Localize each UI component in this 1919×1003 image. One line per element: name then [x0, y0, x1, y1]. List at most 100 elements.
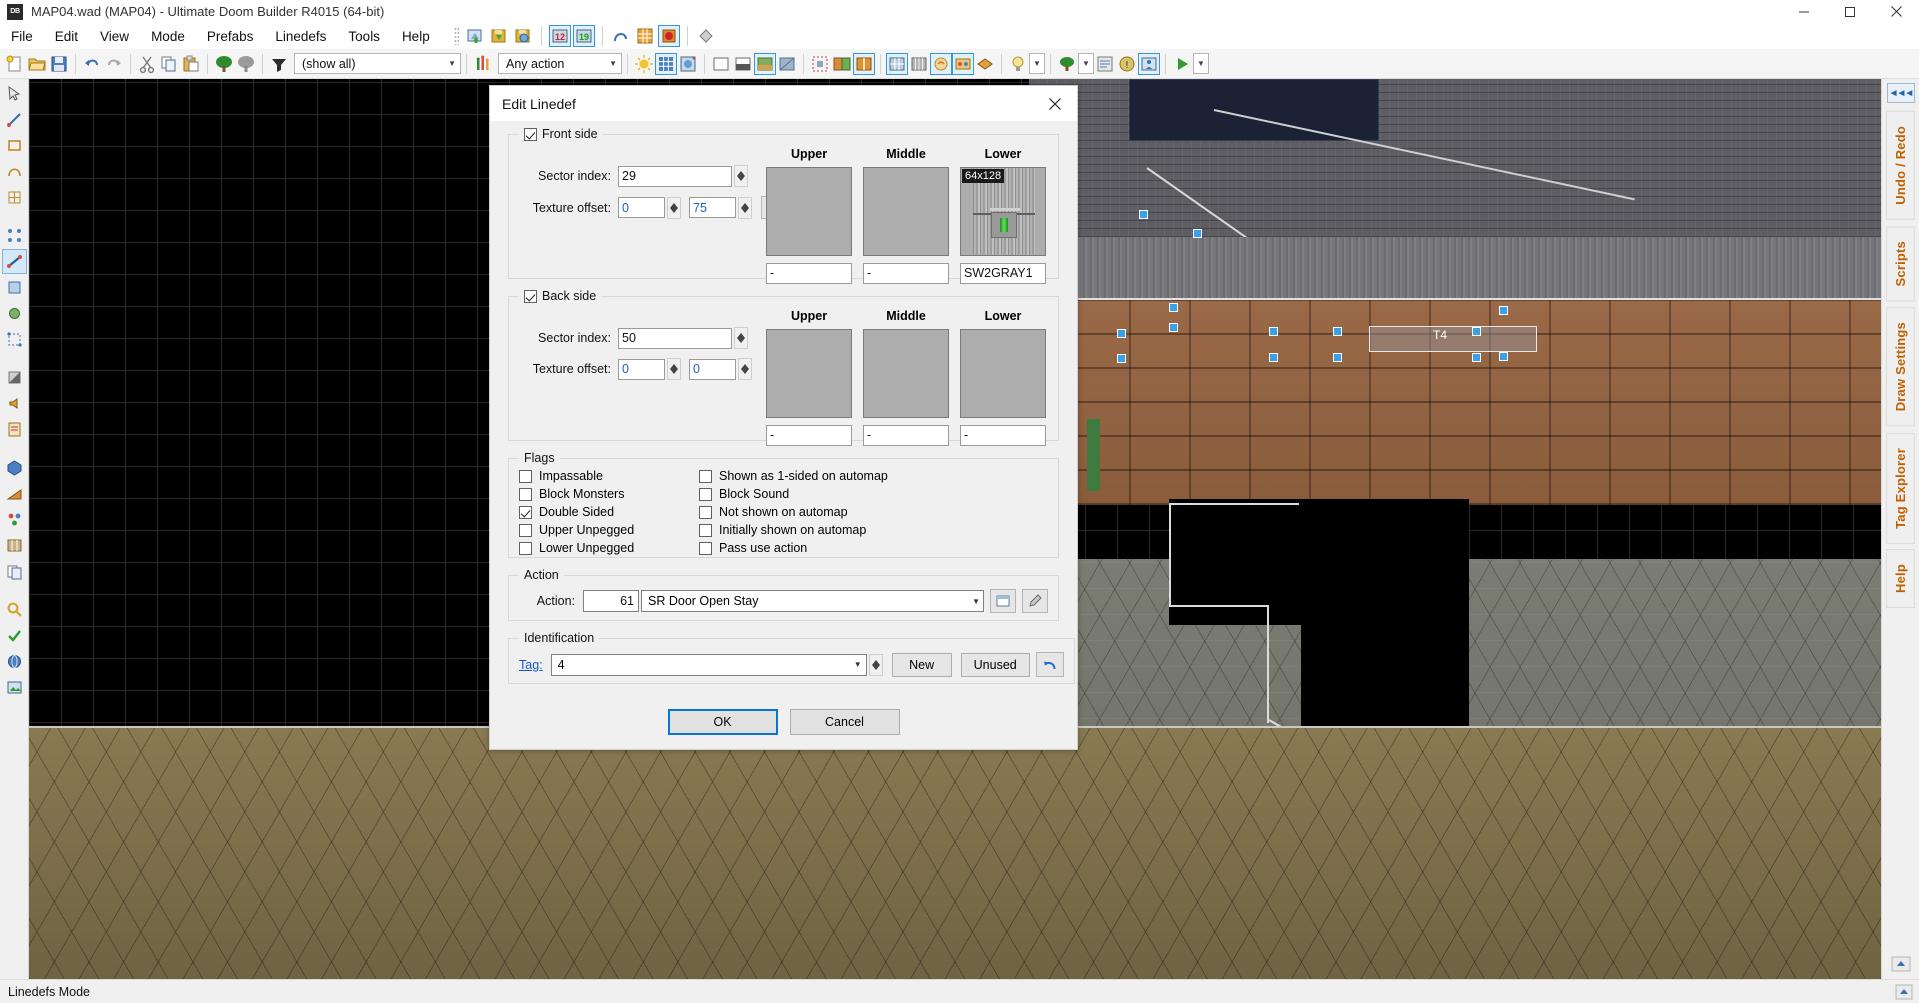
run-dropdown[interactable]: ▼ — [1193, 53, 1209, 74]
tool-sound-icon[interactable] — [2, 391, 27, 416]
linedef-tag-icon[interactable] — [695, 25, 717, 47]
light-bulb-icon[interactable] — [1007, 53, 1029, 75]
merge-sectors-icon[interactable] — [853, 52, 875, 75]
back-offset-y-spinner[interactable] — [738, 358, 752, 380]
filter-funnel-icon[interactable] — [268, 53, 290, 75]
curve-linedefs-icon[interactable] — [610, 25, 632, 47]
save-map-settings-icon[interactable] — [512, 25, 534, 47]
dock-tab-draw-settings[interactable]: Draw Settings — [1886, 307, 1915, 427]
view-floor-textures-icon[interactable] — [754, 52, 776, 75]
statistics-icon[interactable] — [1138, 52, 1160, 75]
menu-prefabs[interactable]: Prefabs — [196, 25, 265, 48]
view-ceiling-textures-icon[interactable] — [776, 53, 798, 75]
tag-spinner[interactable] — [868, 653, 883, 676]
tool-sectors-icon[interactable] — [2, 275, 27, 300]
action-number-input[interactable] — [583, 590, 639, 612]
script-editor-icon[interactable] — [1094, 53, 1116, 75]
filter-combo[interactable]: (show all) ▼ — [294, 53, 461, 74]
light-options-dropdown[interactable]: ▼ — [1029, 53, 1045, 74]
sector-sound-icon[interactable] — [930, 52, 952, 75]
map-vertex-handle[interactable] — [1139, 210, 1148, 219]
thing-dropdown[interactable]: ▼ — [1078, 53, 1094, 74]
cancel-button[interactable]: Cancel — [789, 709, 900, 735]
tool-copy-props-icon[interactable] — [2, 559, 27, 584]
flag-double-sided[interactable]: Double Sided — [519, 505, 699, 519]
flag-block-sound[interactable]: Block Sound — [699, 487, 1048, 501]
thing-add-icon[interactable] — [1056, 53, 1078, 75]
flag-double-sided-checkbox[interactable] — [519, 505, 532, 519]
map-vertex-handle[interactable] — [1193, 229, 1202, 238]
flag-impassable-checkbox[interactable] — [519, 469, 532, 483]
menu-mode[interactable]: Mode — [140, 25, 196, 48]
flag-lower-unpegged-checkbox[interactable] — [519, 541, 532, 555]
back-side-checkbox[interactable] — [524, 290, 537, 303]
run-test-icon[interactable] — [1171, 53, 1193, 75]
menu-tools[interactable]: Tools — [337, 25, 391, 48]
front-offset-x-input[interactable] — [618, 197, 665, 218]
dock-tab-scripts[interactable]: Scripts — [1886, 225, 1915, 302]
test-map-icon[interactable] — [657, 25, 680, 47]
front-upper-preview[interactable] — [766, 167, 852, 256]
front-offset-y-input[interactable] — [689, 197, 736, 218]
map-vertex-handle[interactable] — [1269, 353, 1278, 362]
map-vertex-handle[interactable] — [1333, 327, 1342, 336]
ok-button[interactable]: OK — [667, 709, 778, 735]
back-middle-texture-name[interactable]: - — [863, 425, 949, 446]
tag-combo[interactable]: 4 ▼ — [550, 653, 867, 676]
menu-help[interactable]: Help — [391, 25, 441, 48]
map-vertex-handle[interactable] — [1117, 329, 1126, 338]
tag-reset-button[interactable] — [1035, 652, 1064, 677]
dialog-close-button[interactable] — [1033, 86, 1077, 121]
map-vertex-handle[interactable] — [1169, 323, 1178, 332]
view-wireframe-icon[interactable] — [710, 53, 732, 75]
back-upper-preview[interactable] — [766, 329, 852, 418]
flag-impassable[interactable]: Impassable — [519, 469, 699, 483]
save-map-icon[interactable] — [488, 25, 510, 47]
tool-vertices-icon[interactable] — [2, 223, 27, 248]
tool-check-map-icon[interactable] — [2, 623, 27, 648]
minimize-button[interactable] — [1781, 0, 1827, 23]
map-vertex-handle[interactable] — [1472, 327, 1481, 336]
map-vertex-handle[interactable] — [1333, 353, 1342, 362]
front-offset-x-spinner[interactable] — [667, 196, 681, 219]
tool-linedefs-icon[interactable] — [1, 249, 27, 274]
back-sector-index-spinner[interactable] — [734, 327, 748, 349]
menu-view[interactable]: View — [89, 25, 140, 48]
undo-icon[interactable] — [81, 53, 103, 75]
toolbar-grip[interactable] — [453, 27, 459, 45]
front-sector-index-spinner[interactable] — [734, 165, 748, 187]
map-vertex-handle[interactable] — [1499, 306, 1508, 315]
maximize-button[interactable] — [1827, 0, 1873, 23]
map-vertex-handle[interactable] — [1269, 327, 1278, 336]
tag-new-button[interactable]: New — [891, 652, 952, 677]
back-lower-texture-name[interactable]: - — [960, 425, 1046, 446]
flag-shown-1sided-checkbox[interactable] — [699, 469, 712, 483]
menu-linedefs[interactable]: Linedefs — [264, 25, 337, 48]
flag-block-monsters-checkbox[interactable] — [519, 487, 532, 501]
map-vertex-handle[interactable] — [1499, 352, 1508, 361]
show-things-icon[interactable] — [213, 53, 235, 75]
map-options-12-icon[interactable]: 12 — [548, 25, 571, 47]
tool-3d-mode-icon[interactable] — [2, 455, 27, 480]
tag-unused-button[interactable]: Unused — [960, 652, 1030, 677]
tool-draw-curve-icon[interactable] — [2, 159, 27, 184]
tool-texture-align-icon[interactable] — [2, 533, 27, 558]
tool-find-icon[interactable] — [2, 597, 27, 622]
flag-upper-unpegged-checkbox[interactable] — [519, 523, 532, 537]
3d-floor-icon[interactable] — [974, 53, 996, 75]
errors-check-icon[interactable]: ! — [1116, 53, 1138, 75]
back-upper-texture-name[interactable]: - — [766, 425, 852, 446]
map-selected-linedef[interactable] — [1369, 326, 1537, 352]
front-sector-index-input[interactable] — [618, 165, 732, 187]
flag-pass-use-action[interactable]: Pass use action — [699, 541, 1048, 555]
open-map-icon[interactable] — [464, 25, 486, 47]
tool-thing-list-icon[interactable] — [2, 417, 27, 442]
flag-initially-shown-automap[interactable]: Initially shown on automap — [699, 523, 1048, 537]
front-side-checkbox[interactable] — [524, 128, 537, 141]
collapse-panel-icon[interactable]: ◄◄◄ — [1886, 83, 1915, 103]
browse-action-button[interactable] — [990, 589, 1016, 613]
tool-edit-selection-icon[interactable] — [2, 327, 27, 352]
map-vertex-handle[interactable] — [1169, 303, 1178, 312]
dock-tab-undo-redo[interactable]: Undo / Redo — [1886, 111, 1915, 220]
auto-align-icon[interactable] — [886, 52, 908, 75]
